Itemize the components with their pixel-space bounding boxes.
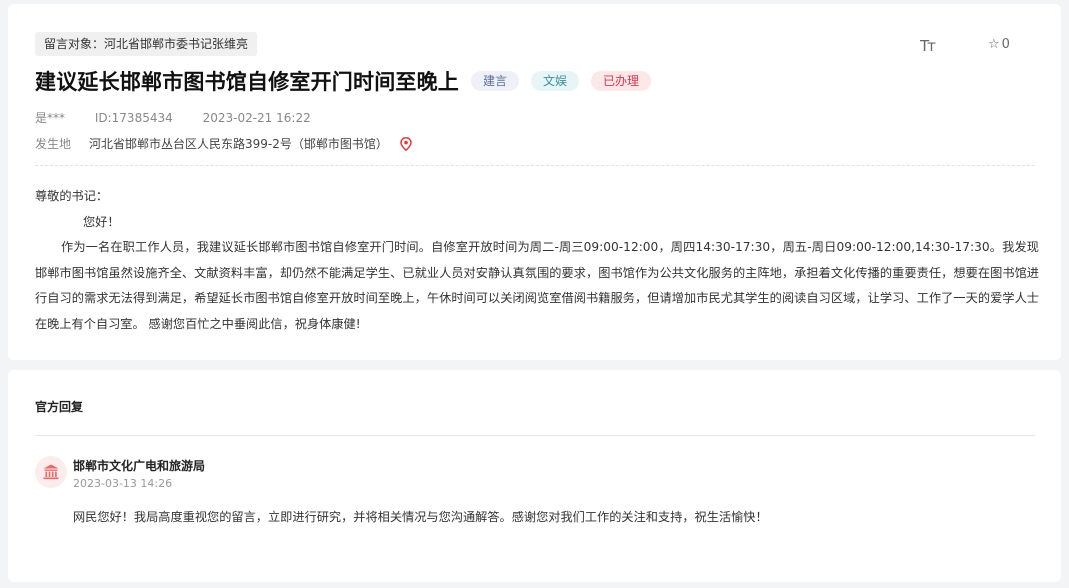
salutation: 尊敬的书记： — [35, 189, 109, 203]
message-id: ID:17385434 — [94, 111, 173, 125]
message-target-tag: 留言对象：河北省邯郸市委书记张维亮 — [35, 32, 258, 56]
divider — [35, 165, 1035, 166]
favorite-count: 0 — [1001, 37, 1010, 52]
reply-content: 网民您好！我局高度重视您的留言，立即进行研究，并将相关情况与您沟通解答。感谢您对… — [73, 510, 768, 524]
divider — [35, 435, 1035, 436]
status-badge: 已办理 — [591, 71, 652, 91]
author-name: 是*** — [35, 111, 66, 125]
title-row: 建议延长邯郸市图书馆自修室开门时间至晚上 建言 文娱 已办理 — [35, 66, 652, 96]
message-date: 2023-02-21 16:22 — [202, 111, 311, 125]
message-content: 作为一名在职工作人员，我建议延长邯郸市图书馆自修室开门时间。自修室开放时间为周二… — [35, 240, 1039, 331]
location-label: 发生地 — [35, 137, 72, 151]
message-body: 尊敬的书记： 您好！ 作为一名在职工作人员，我建议延长邯郸市图书馆自修室开门时间… — [35, 184, 1039, 337]
star-icon: ☆ — [988, 37, 1000, 52]
message-card: 留言对象：河北省邯郸市委书记张维亮 Tт ☆ 0 建议延长邯郸市图书馆自修室开门时… — [8, 4, 1061, 360]
location-row: 发生地 河北省邯郸市丛台区人民东路399-2号（邯郸市图书馆） — [35, 135, 412, 152]
location-text: 河北省邯郸市丛台区人民东路399-2号（邯郸市图书馆） — [89, 137, 388, 151]
category-badge-culture: 文娱 — [531, 71, 580, 91]
location-pin-icon[interactable] — [400, 136, 412, 151]
category-badge-suggestion: 建言 — [471, 71, 520, 91]
greeting: 您好！ — [83, 214, 120, 229]
reply-card: 官方回复 邯郸市文化广电和旅游局 2023-03-13 14:26 网民您好！我… — [8, 370, 1061, 582]
message-meta: 是*** ID:17385434 2023-02-21 16:22 — [35, 109, 311, 126]
bank-building-icon — [35, 456, 67, 488]
page-title: 建议延长邯郸市图书馆自修室开门时间至晚上 — [35, 70, 459, 94]
department-name: 邯郸市文化广电和旅游局 — [73, 459, 206, 473]
reply-heading: 官方回复 — [35, 400, 84, 414]
reply-time: 2023-03-13 14:26 — [73, 477, 173, 490]
favorite-button[interactable]: ☆ 0 — [988, 37, 1010, 52]
font-size-icon[interactable]: Tт — [920, 37, 936, 55]
